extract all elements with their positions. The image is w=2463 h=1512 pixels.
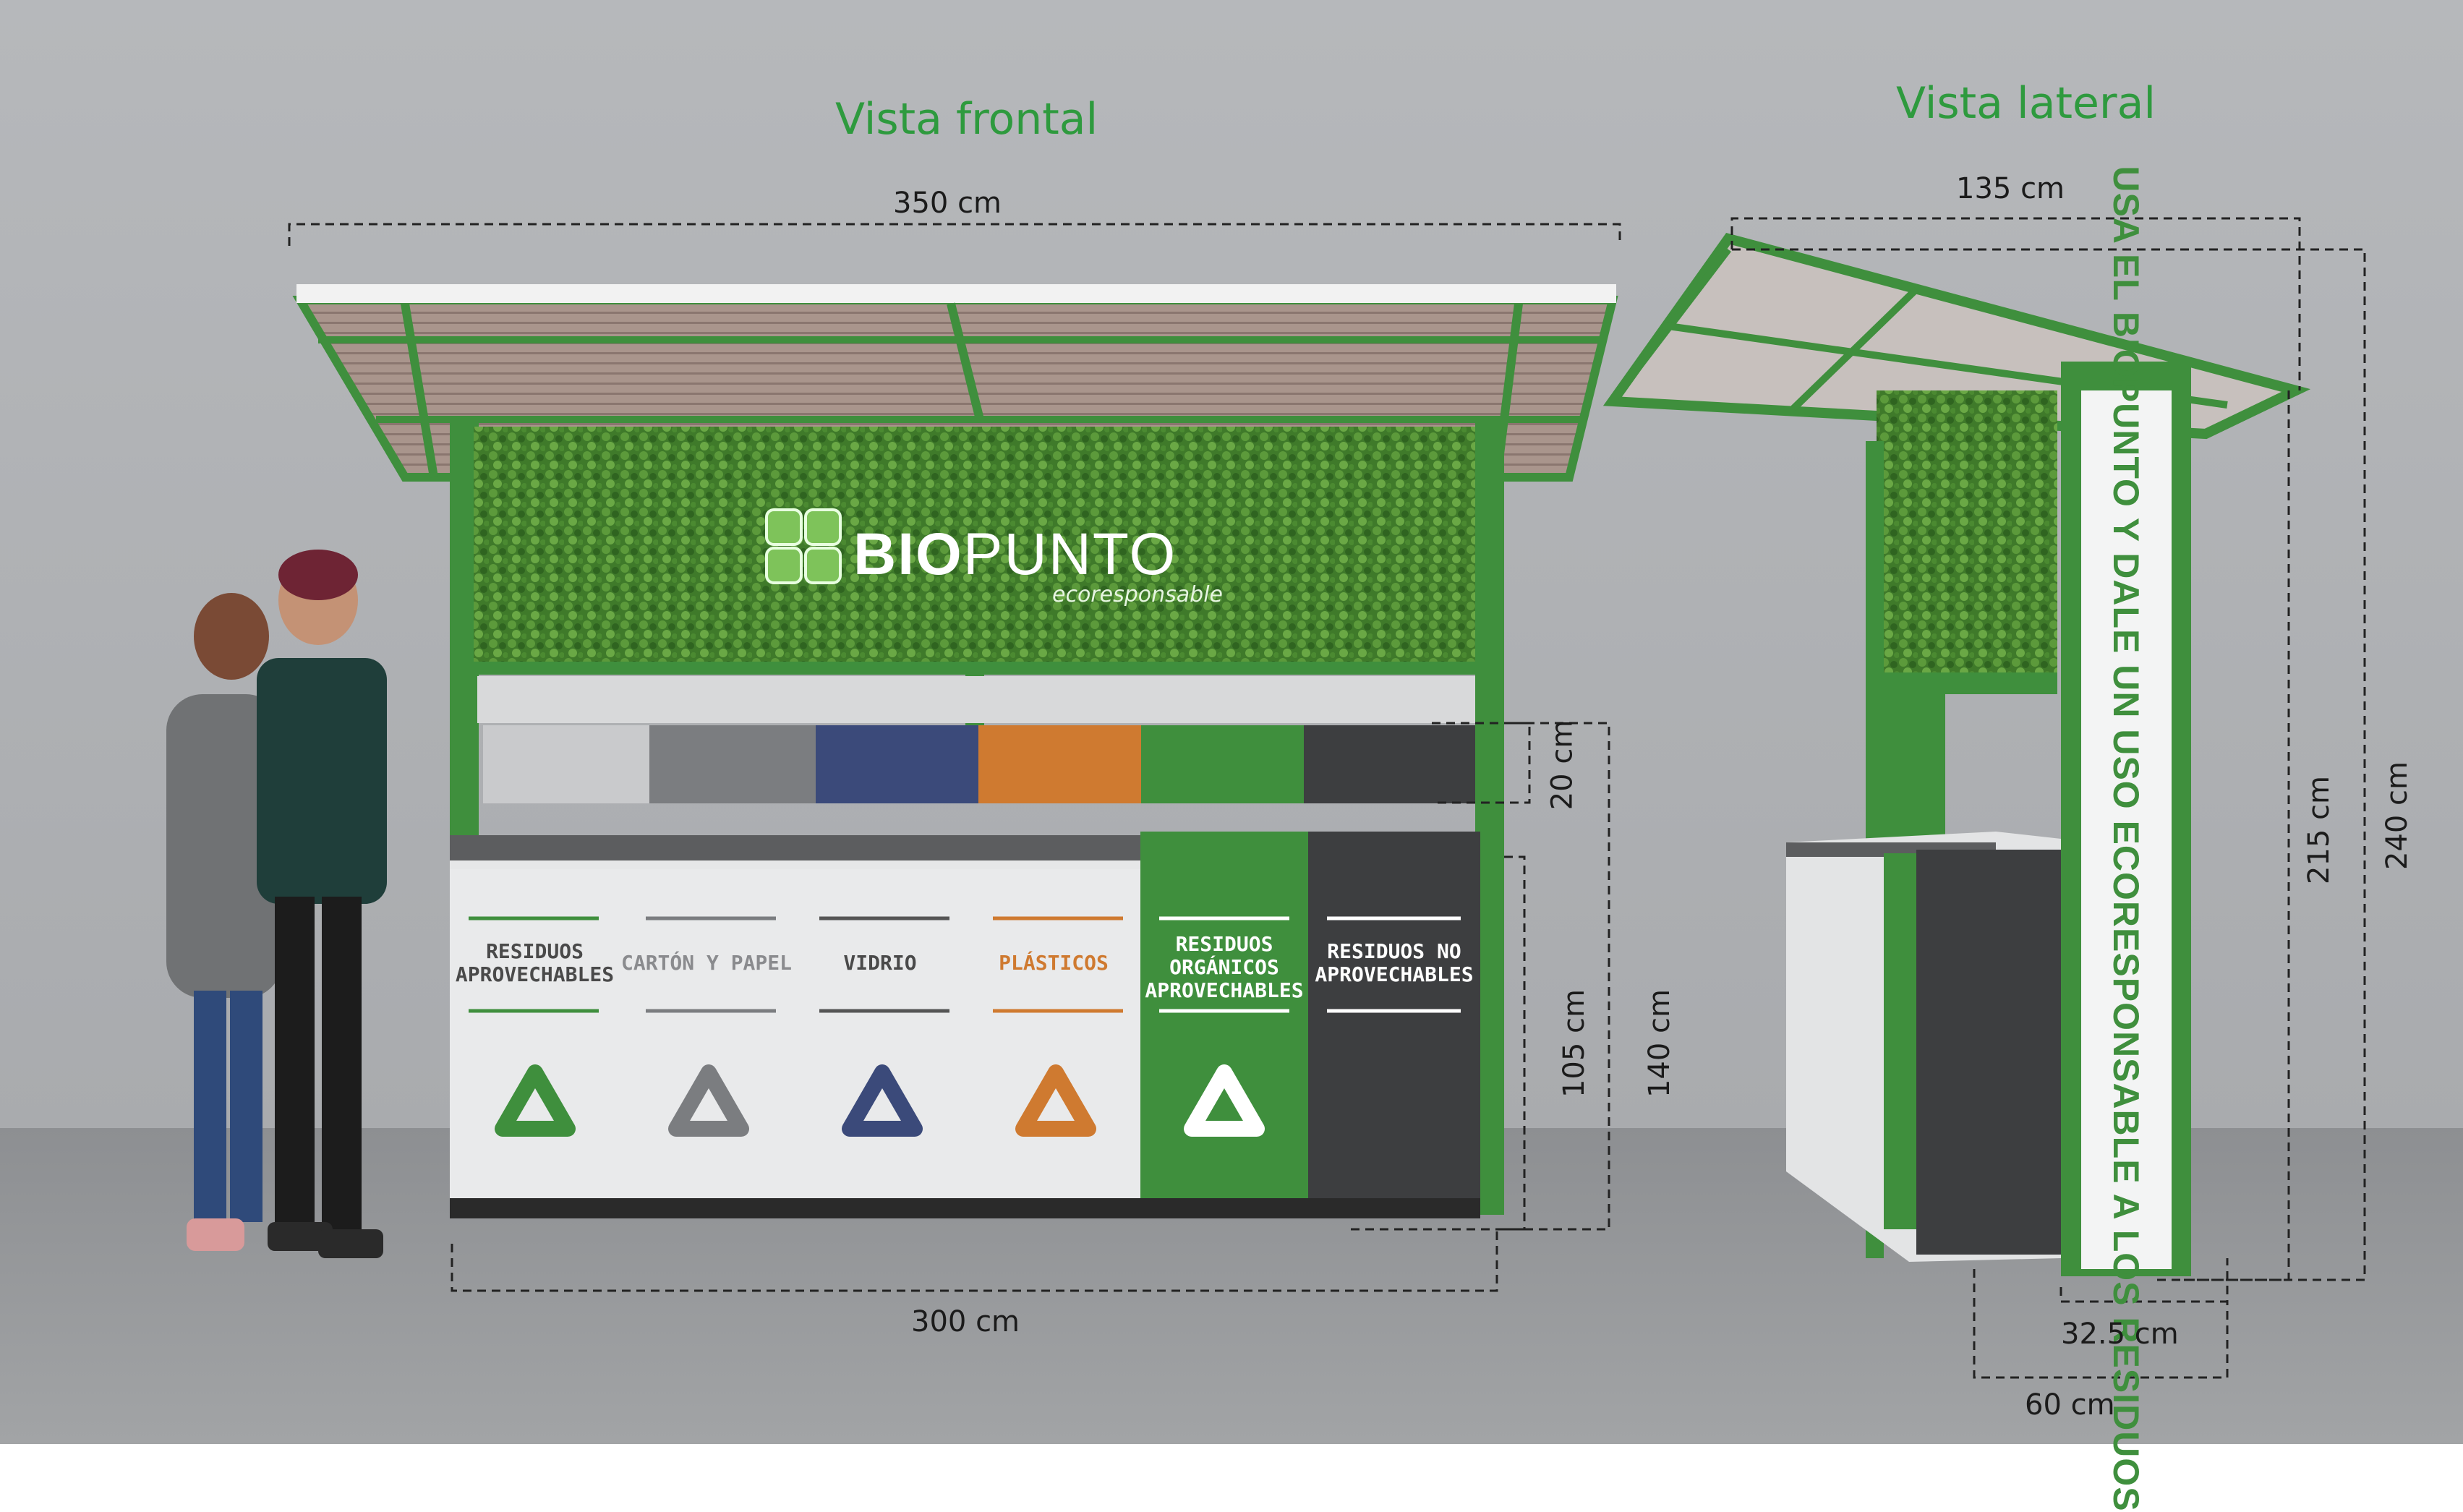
category-sign-strip bbox=[483, 725, 1475, 803]
dim-front-width-top: 350 cm bbox=[893, 187, 1002, 220]
bin-label-2: CARTÓN Y PAPEL bbox=[620, 951, 792, 975]
bin-label-5: RESIDUOS ORGÁNICOS APROVECHABLES bbox=[1145, 932, 1304, 1002]
side-banner-text: USA EL BIOPUNTO Y DALE UN USO ECORESPONS… bbox=[2106, 166, 2146, 1512]
dim-front-width-bottom: 300 cm bbox=[911, 1305, 1020, 1338]
brand-name-punto: PUNTO bbox=[962, 521, 1177, 587]
brand-name-bio: BIO bbox=[853, 521, 963, 587]
side-view-title: Vista lateral bbox=[1896, 78, 2156, 129]
bin-base bbox=[450, 1198, 1480, 1218]
dim-sign-height: 20 cm bbox=[1545, 719, 1579, 811]
dim-bin-height: 105 cm bbox=[1558, 988, 1592, 1098]
dim-side-height-inner: 215 cm bbox=[2302, 775, 2336, 885]
front-roof-edge bbox=[296, 284, 1616, 303]
brand-tagline: ecoresponsable bbox=[1052, 582, 1223, 607]
bin-label-3: VIDRIO bbox=[843, 951, 917, 975]
brand-logo: BIOPUNTO bbox=[853, 521, 1177, 589]
kiosk-dimension-diagram bbox=[0, 0, 2463, 1444]
dim-side-depth-base: 60 cm bbox=[2025, 1388, 2115, 1422]
dim-side-height-total: 240 cm bbox=[2381, 761, 2415, 871]
dim-counter-height: 140 cm bbox=[1643, 988, 1677, 1098]
front-view-title: Vista frontal bbox=[835, 94, 1098, 145]
bin-front-6 bbox=[1308, 832, 1480, 1198]
side-moss-wall bbox=[1877, 390, 2057, 680]
dim-side-width-top: 135 cm bbox=[1956, 172, 2065, 205]
front-kiosk bbox=[292, 284, 1618, 1218]
bin-label-1: RESIDUOS APROVECHABLES bbox=[455, 939, 615, 986]
dim-side-depth-small: 32.5 cm bbox=[2061, 1317, 2179, 1351]
bin-label-4: PLÁSTICOS bbox=[999, 951, 1109, 975]
side-dark-bin bbox=[1916, 850, 2061, 1255]
bin-front-5 bbox=[1140, 832, 1308, 1198]
bin-label-6: RESIDUOS NO APROVECHABLES bbox=[1315, 939, 1474, 986]
